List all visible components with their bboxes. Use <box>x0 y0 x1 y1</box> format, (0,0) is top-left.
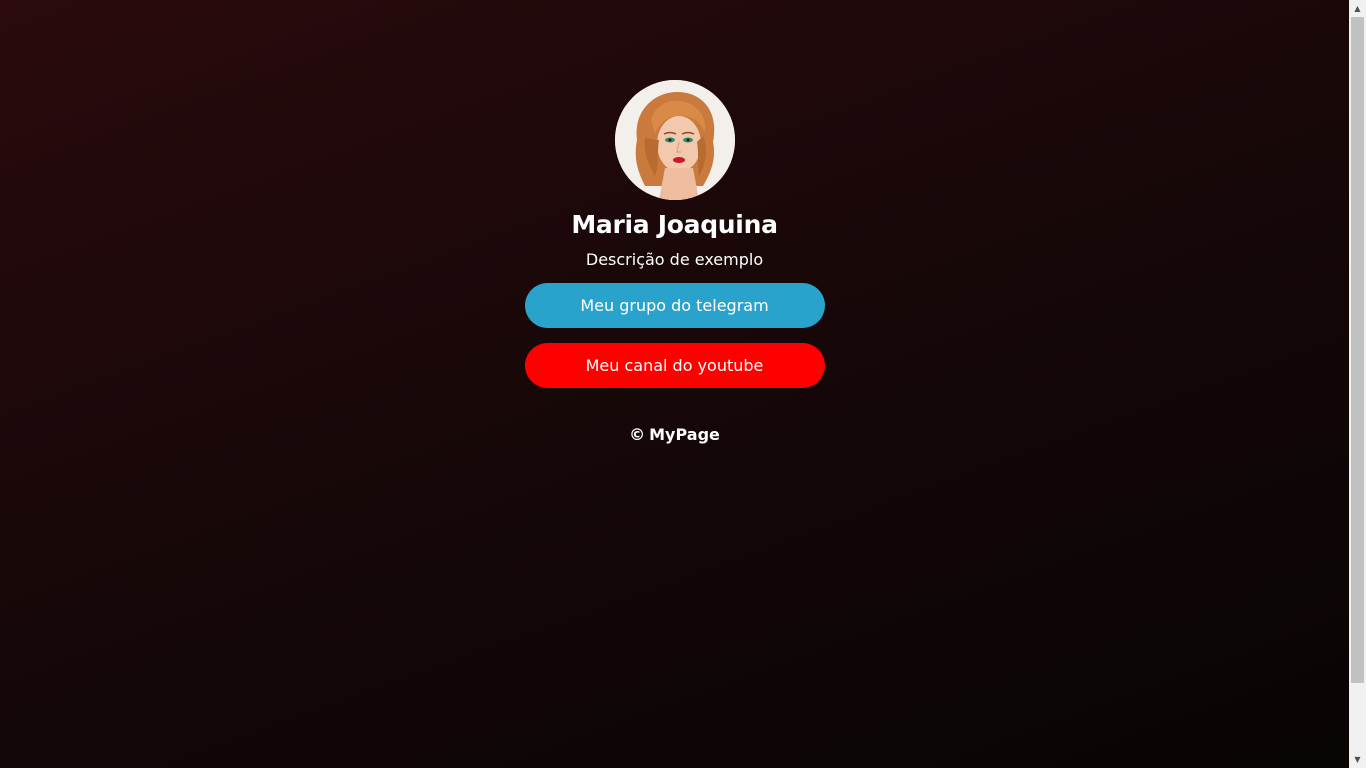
copyright-symbol: © <box>629 425 646 444</box>
vertical-scrollbar[interactable]: ▲ ▼ <box>1349 0 1366 768</box>
footer-brand: MyPage <box>649 425 720 444</box>
scroll-down-arrow-icon[interactable]: ▼ <box>1349 751 1366 768</box>
footer: © MyPage <box>629 425 720 444</box>
scrollbar-thumb[interactable] <box>1351 17 1364 683</box>
page: Maria Joaquina Descrição de exemplo Meu … <box>0 0 1349 768</box>
telegram-link-button[interactable]: Meu grupo do telegram <box>524 283 825 328</box>
profile-name: Maria Joaquina <box>571 210 778 239</box>
avatar <box>614 80 735 200</box>
avatar-photo-icon <box>614 80 735 200</box>
profile-card: Maria Joaquina Descrição de exemplo Meu … <box>0 80 1349 444</box>
scroll-up-arrow-icon[interactable]: ▲ <box>1349 0 1366 17</box>
profile-description: Descrição de exemplo <box>585 250 764 269</box>
youtube-link-button[interactable]: Meu canal do youtube <box>524 343 825 388</box>
